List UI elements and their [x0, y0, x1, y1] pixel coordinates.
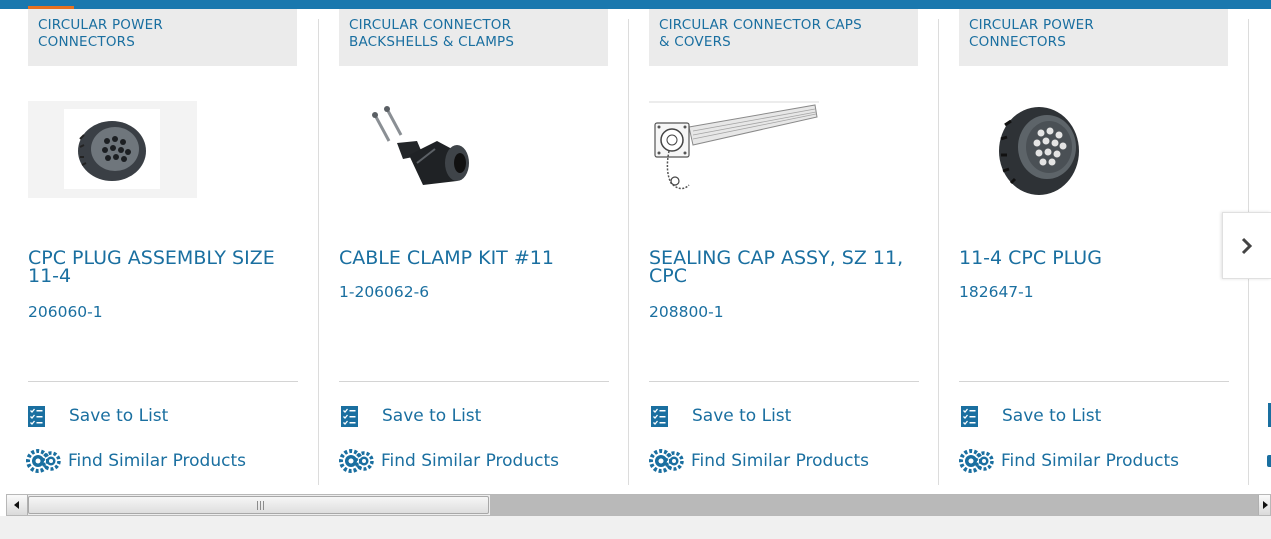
save-to-list-button[interactable]: Save to List — [341, 405, 481, 427]
gears-icon — [649, 449, 684, 473]
part-number-link[interactable]: 1-206062-6 — [339, 283, 429, 301]
horizontal-scrollbar[interactable] — [6, 494, 1271, 516]
product-title-link[interactable]: 11-4 CPC PLUG — [959, 249, 1231, 268]
chevron-right-icon — [1241, 237, 1253, 254]
product-carousel: CIRCULAR POWER CONNECTORS CPC PLUG ASSEM… — [0, 9, 1271, 491]
checklist-icon — [28, 405, 45, 427]
category-line: CONNECTORS — [969, 34, 1067, 50]
find-similar-label: Find Similar Products — [381, 451, 559, 471]
find-similar-products-button[interactable]: Find Similar Products — [339, 449, 559, 473]
find-similar-label: Find Similar Products — [1001, 451, 1179, 471]
arrow-left-icon — [14, 501, 19, 509]
product-card: CIRCULAR POWER CONNECTORS CPC PLUG ASSEM… — [26, 9, 338, 485]
find-similar-label: Find Similar Products — [691, 451, 869, 471]
find-similar-products-button[interactable]: Find Similar Products — [649, 449, 869, 473]
card-separator — [938, 19, 939, 485]
cable-clamp-image[interactable] — [339, 101, 509, 199]
category-link[interactable]: CIRCULAR POWER CONNECTORS — [959, 9, 1228, 66]
checklist-icon — [341, 405, 358, 427]
gears-icon — [959, 449, 994, 473]
arrow-right-icon — [1262, 501, 1268, 509]
circular-plug-image[interactable] — [959, 101, 1129, 199]
divider — [649, 381, 919, 382]
page-bottom-area — [0, 516, 1271, 539]
save-to-list-label: Save to List — [382, 406, 482, 426]
brand-top-bar — [0, 0, 1271, 9]
card-separator — [318, 19, 319, 485]
product-card: CIRCULAR CONNECTOR CAPS & COVERS SEALING… — [649, 9, 959, 485]
product-title-link[interactable]: CABLE CLAMP KIT #11 — [339, 249, 611, 268]
part-number-link[interactable]: 206060-1 — [28, 303, 103, 321]
gears-icon[interactable] — [1267, 455, 1271, 467]
scrollbar-track[interactable] — [490, 495, 1260, 515]
gears-icon — [339, 449, 374, 473]
carousel-next-button[interactable] — [1222, 212, 1271, 279]
product-card: CIRCULAR CONNECTOR BACKSHELLS & CLAMPS C… — [339, 9, 649, 485]
category-line: CIRCULAR CONNECTOR — [349, 17, 512, 33]
save-to-list-button[interactable]: Save to List — [961, 405, 1101, 427]
divider — [339, 381, 609, 382]
category-line: BACKSHELLS & CLAMPS — [349, 34, 515, 50]
sealing-cap-image[interactable] — [649, 101, 819, 199]
checklist-icon — [651, 405, 668, 427]
card-separator — [628, 19, 629, 485]
save-to-list-label: Save to List — [69, 406, 169, 426]
save-to-list-label: Save to List — [692, 406, 792, 426]
save-to-list-button[interactable]: Save to List — [651, 405, 791, 427]
find-similar-label: Find Similar Products — [68, 451, 246, 471]
category-link[interactable]: CIRCULAR CONNECTOR CAPS & COVERS — [649, 9, 918, 66]
category-line: & COVERS — [659, 34, 731, 50]
category-line: CIRCULAR CONNECTOR CAPS — [659, 17, 862, 33]
category-line: CONNECTORS — [38, 34, 136, 50]
gears-icon — [26, 449, 61, 473]
find-similar-products-button[interactable]: Find Similar Products — [26, 449, 246, 473]
find-similar-products-button[interactable]: Find Similar Products — [959, 449, 1179, 473]
part-number-link[interactable]: 208800-1 — [649, 303, 724, 321]
scrollbar-thumb[interactable] — [28, 496, 489, 514]
divider — [959, 381, 1229, 382]
save-to-list-label: Save to List — [1002, 406, 1102, 426]
product-title-link[interactable]: SEALING CAP ASSY, SZ 11, CPC — [649, 249, 921, 286]
circular-plug-image[interactable] — [28, 101, 197, 198]
part-number-link[interactable]: 182647-1 — [959, 283, 1034, 301]
category-line: CIRCULAR POWER — [969, 17, 1094, 33]
category-link[interactable]: CIRCULAR CONNECTOR BACKSHELLS & CLAMPS — [339, 9, 608, 66]
scroll-right-button[interactable] — [1258, 495, 1270, 515]
category-line: CIRCULAR POWER — [38, 17, 163, 33]
divider — [28, 381, 298, 382]
product-title-link[interactable]: CPC PLUG ASSEMBLY SIZE 11-4 — [28, 249, 300, 286]
scroll-left-button[interactable] — [7, 495, 28, 515]
category-link[interactable]: CIRCULAR POWER CONNECTORS — [28, 9, 297, 66]
checklist-icon — [961, 405, 978, 427]
grip-icon — [257, 501, 265, 510]
save-to-list-button[interactable]: Save to List — [28, 405, 168, 427]
